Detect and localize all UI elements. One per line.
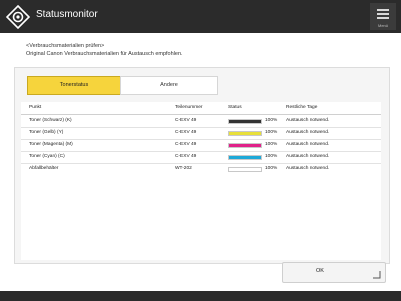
item-name: Toner (Gelb) (Y) (29, 130, 64, 135)
column-header-remaining-days: Restliche Tage (286, 105, 318, 110)
menu-icon (377, 9, 389, 11)
main-area: <Verbrauchsmaterialien prüfen> Original … (0, 33, 401, 291)
item-name: Toner (Magenta) (M) (29, 142, 73, 147)
part-number: C-EXV 49 (175, 118, 197, 123)
item-name: Abfallbehälter (29, 166, 59, 171)
tab-other[interactable]: Andere (120, 76, 218, 95)
remaining-days: Austausch notwend. (286, 118, 330, 123)
table-empty-area (21, 174, 381, 260)
table-row: Toner (Gelb) (Y) C-EXV 49 100% Austausch… (21, 128, 381, 140)
remaining-days: Austausch notwend. (286, 166, 330, 171)
header-divider (21, 114, 381, 115)
column-header-part-number: Teilenummer (175, 105, 203, 110)
item-name: Toner (Schwarz) (K) (29, 118, 72, 123)
remaining-days: Austausch notwend. (286, 130, 330, 135)
level-percent: 100% (265, 166, 278, 171)
table-row: Toner (Schwarz) (K) C-EXV 49 100% Austau… (21, 116, 381, 128)
level-percent: 100% (265, 130, 278, 135)
part-number: C-EXV 49 (175, 130, 197, 135)
corner-arrow-icon (373, 271, 381, 279)
bottom-bar (0, 291, 401, 301)
table-row: Toner (Cyan) (C) C-EXV 49 100% Austausch… (21, 152, 381, 164)
supplies-panel: Tonerstatus Andere Punkt Teilenummer Sta… (14, 67, 390, 264)
status-monitor-icon (6, 5, 30, 29)
ok-label: OK (316, 268, 324, 274)
item-name: Toner (Cyan) (C) (29, 154, 65, 159)
level-bar (228, 131, 262, 136)
level-bar (228, 119, 262, 124)
ok-button[interactable]: OK (282, 262, 386, 283)
level-bar-fill (229, 156, 261, 159)
level-bar-fill (229, 120, 261, 123)
menu-label: Menü (377, 23, 388, 28)
level-percent: 100% (265, 118, 278, 123)
column-header-status: Status (228, 105, 242, 110)
remaining-days: Austausch notwend. (286, 154, 330, 159)
remaining-days: Austausch notwend. (286, 142, 330, 147)
level-bar (228, 155, 262, 160)
level-percent: 100% (265, 154, 278, 159)
level-bar-fill (229, 132, 261, 135)
column-header-item: Punkt (29, 105, 42, 110)
app-title: Statusmonitor (36, 9, 98, 20)
table-row: Toner (Magenta) (M) C-EXV 49 100% Austau… (21, 140, 381, 152)
message-heading: <Verbrauchsmaterialien prüfen> (26, 43, 105, 49)
part-number: WT-202 (175, 166, 192, 171)
supplies-table: Punkt Teilenummer Status Restliche Tage … (21, 102, 381, 260)
menu-button[interactable]: Menü (370, 3, 396, 30)
level-percent: 100% (265, 142, 278, 147)
part-number: C-EXV 49 (175, 142, 197, 147)
title-bar: Statusmonitor Menü (0, 0, 401, 33)
message-text: Original Canon Verbrauchsmaterialien für… (26, 51, 183, 57)
level-bar-fill (229, 144, 261, 147)
level-bar (228, 143, 262, 148)
level-bar-fill (229, 168, 261, 171)
part-number: C-EXV 49 (175, 154, 197, 159)
tab-toner-status[interactable]: Tonerstatus (27, 76, 121, 95)
level-bar (228, 167, 262, 172)
